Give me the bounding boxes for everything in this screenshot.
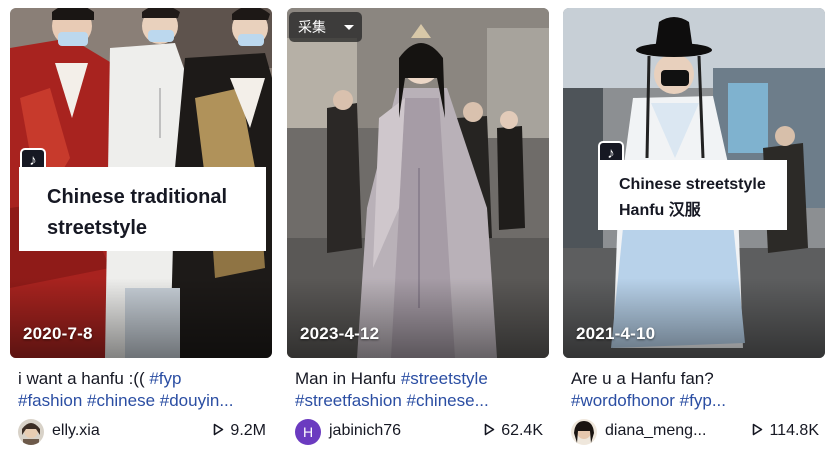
play-count-value: 9.2M bbox=[230, 422, 266, 439]
video-title-overlay: Chinese streetstyle Hanfu 汉服 bbox=[598, 160, 787, 230]
hashtag-link[interactable]: #streetfashion #chinese... bbox=[295, 390, 547, 412]
hashtag-link[interactable]: #fashion #chinese #douyin... bbox=[18, 390, 270, 412]
play-count: 62.4K bbox=[484, 422, 543, 440]
video-meta: elly.xia 9.2M bbox=[18, 418, 272, 446]
play-outline-icon bbox=[753, 423, 763, 436]
video-description: Are u a Hanfu fan? #wordofhonor #fyp... bbox=[571, 368, 823, 412]
title-line: Hanfu 汉服 bbox=[619, 202, 701, 219]
video-card-3[interactable]: ♪ Chinese streetstyle Hanfu 汉服 2021-4-10… bbox=[563, 8, 825, 446]
play-count-value: 114.8K bbox=[769, 422, 819, 439]
thumbnail-gradient bbox=[287, 278, 549, 358]
description-line: Man in Hanfu #streetstyle bbox=[295, 368, 547, 390]
play-count: 9.2M bbox=[213, 422, 266, 440]
video-description: Man in Hanfu #streetstyle #streetfashion… bbox=[295, 368, 547, 412]
description-text: Are u a Hanfu fan? bbox=[571, 369, 714, 388]
video-card-2[interactable]: 采集 2023-4-12 Man in Hanfu #streetstyle #… bbox=[287, 8, 549, 446]
thumbnail-gradient bbox=[563, 278, 825, 358]
post-date: 2021-4-10 bbox=[576, 324, 656, 343]
avatar[interactable]: H bbox=[295, 419, 321, 445]
avatar-image bbox=[571, 419, 597, 445]
description-text: Man in Hanfu bbox=[295, 369, 401, 388]
play-count: 114.8K bbox=[752, 422, 819, 440]
video-meta: diana_meng... 114.8K bbox=[571, 418, 825, 446]
title-line: Chinese traditional bbox=[47, 186, 228, 208]
description-line: i want a hanfu :(( #fyp bbox=[18, 368, 270, 390]
hashtag-link[interactable]: #streetstyle bbox=[401, 369, 488, 388]
play-outline-icon bbox=[214, 423, 224, 436]
description-text: i want a hanfu :(( bbox=[18, 369, 150, 388]
collect-label: 采集 bbox=[298, 19, 326, 35]
post-date: 2020-7-8 bbox=[23, 324, 93, 343]
video-thumbnail-1[interactable]: ♪ Chinese traditional streetstyle 2020-7… bbox=[10, 8, 272, 358]
hashtag-link[interactable]: #fyp bbox=[149, 369, 181, 388]
video-description: i want a hanfu :(( #fyp #fashion #chines… bbox=[18, 368, 270, 412]
username-link[interactable]: jabinich76 bbox=[329, 422, 401, 440]
video-meta: H jabinich76 62.4K bbox=[295, 418, 549, 446]
username-link[interactable]: elly.xia bbox=[52, 422, 100, 440]
video-title-overlay: Chinese traditional streetstyle bbox=[19, 167, 266, 251]
video-thumbnail-3[interactable]: ♪ Chinese streetstyle Hanfu 汉服 2021-4-10 bbox=[563, 8, 825, 358]
thumbnail-gradient bbox=[10, 278, 272, 358]
video-thumbnail-2[interactable]: 采集 2023-4-12 bbox=[287, 8, 549, 358]
caret-down-icon bbox=[344, 25, 354, 30]
avatar[interactable] bbox=[18, 419, 44, 445]
title-line: Chinese streetstyle bbox=[619, 176, 766, 193]
play-count-value: 62.4K bbox=[501, 422, 543, 439]
title-line: streetstyle bbox=[47, 217, 148, 239]
hashtag-link[interactable]: #wordofhonor #fyp... bbox=[571, 390, 823, 412]
post-date: 2023-4-12 bbox=[300, 324, 380, 343]
avatar[interactable] bbox=[571, 419, 597, 445]
video-card-1[interactable]: ♪ Chinese traditional streetstyle 2020-7… bbox=[10, 8, 272, 446]
play-outline-icon bbox=[484, 423, 495, 436]
avatar-image bbox=[18, 419, 44, 445]
collect-dropdown-button[interactable]: 采集 bbox=[289, 12, 362, 42]
username-link[interactable]: diana_meng... bbox=[605, 422, 706, 440]
